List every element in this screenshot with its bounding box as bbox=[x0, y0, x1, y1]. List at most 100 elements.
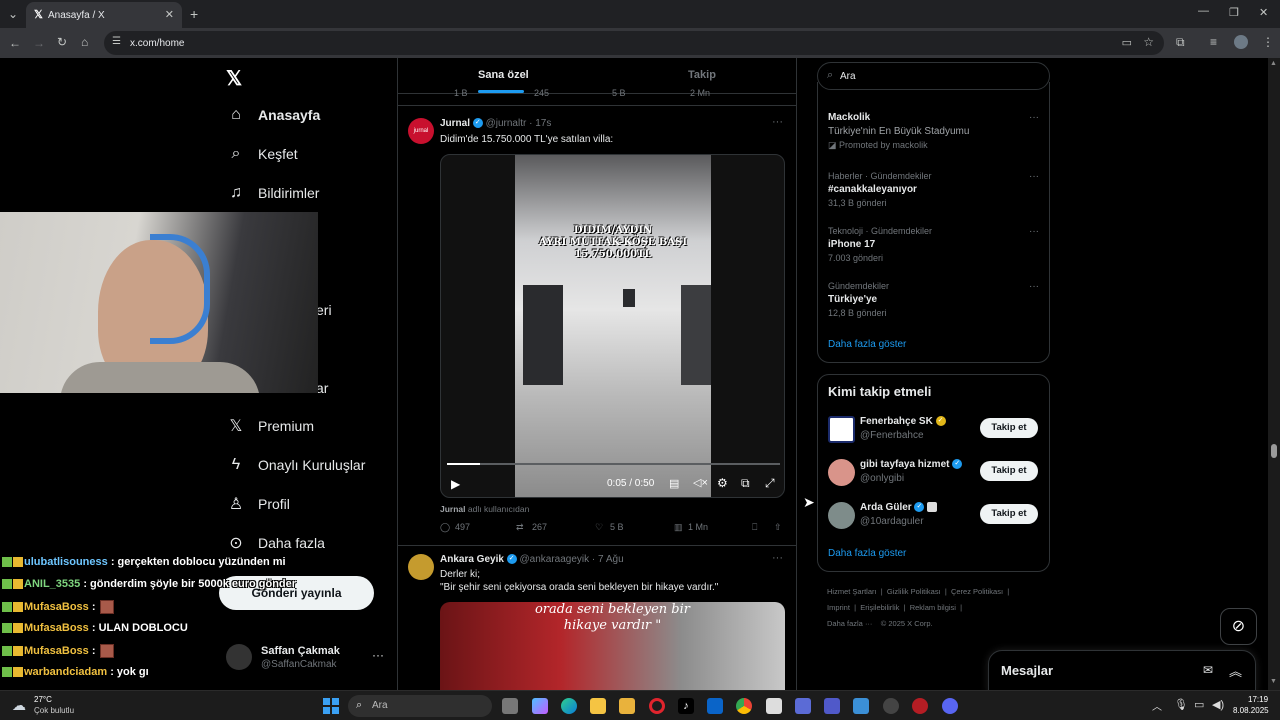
store-icon[interactable] bbox=[619, 698, 635, 714]
omnibox[interactable]: ☰ x.com/home ▭ ☆ bbox=[104, 31, 1164, 55]
trend-more-icon[interactable]: ··· bbox=[1029, 112, 1039, 123]
site-info-icon[interactable]: ☰ bbox=[112, 36, 121, 47]
trend-item[interactable]: Gündemdekiler Türkiye'ye 12,8 B gönderi … bbox=[828, 281, 1043, 318]
page-scrollbar[interactable]: ▲ ▼ bbox=[1268, 58, 1280, 690]
follow-button[interactable]: Takip et bbox=[980, 461, 1038, 481]
nav-home[interactable]: ⌂ Anasayfa bbox=[226, 97, 320, 133]
tweet-jurnal[interactable]: jurnal Jurnal ✓ @jurnaltr · 17s ··· Didi… bbox=[398, 106, 796, 546]
nav-verified-orgs[interactable]: ϟ Onaylı Kuruluşlar bbox=[226, 447, 366, 483]
trend-item[interactable]: Haberler · Gündemdekiler #canakkaleyanıy… bbox=[828, 171, 1043, 208]
messages-drawer[interactable]: Mesajlar ✉ ︽ bbox=[988, 650, 1256, 690]
account-switcher[interactable]: Saffan Çakmak @SaffanCakmak ··· bbox=[226, 640, 386, 676]
trend-item[interactable]: Teknoloji · Gündemdekiler iPhone 17 7.00… bbox=[828, 226, 1043, 263]
teams-icon[interactable] bbox=[824, 698, 840, 714]
trend-more-icon[interactable]: ··· bbox=[1029, 171, 1039, 182]
settings-icon[interactable]: ⚙ bbox=[717, 476, 728, 490]
trend-more-icon[interactable]: ··· bbox=[1029, 226, 1039, 237]
close-tab-icon[interactable]: ✕ bbox=[165, 8, 174, 21]
tweet-time[interactable]: 17s bbox=[535, 118, 551, 129]
file-explorer-icon[interactable] bbox=[590, 698, 606, 714]
close-window-icon[interactable]: ✕ bbox=[1259, 6, 1268, 19]
scroll-up-icon[interactable]: ▲ bbox=[1270, 60, 1277, 67]
chrome-icon[interactable] bbox=[736, 698, 752, 714]
weather-temp[interactable]: 27°C bbox=[34, 695, 52, 704]
nav-explore[interactable]: ⌕ Keşfet bbox=[226, 136, 298, 172]
trend-more-icon[interactable]: ··· bbox=[1029, 281, 1039, 292]
profile-avatar[interactable] bbox=[1234, 35, 1248, 49]
tab-for-you[interactable]: Sana özel bbox=[478, 69, 529, 81]
share-icon[interactable]: ⇧ bbox=[774, 522, 782, 533]
tweet-author-handle[interactable]: @jurnaltr bbox=[486, 118, 527, 129]
video-player[interactable]: DIDIM/AYDIN AYRI MUTFAK-KÖŞE BAŞI 15.750… bbox=[440, 154, 785, 498]
search-input[interactable]: Ara bbox=[840, 71, 856, 82]
weather-icon[interactable]: ☁ bbox=[12, 697, 26, 714]
minimize-icon[interactable]: — bbox=[1198, 5, 1209, 17]
repost-icon[interactable]: ⇄ bbox=[516, 522, 524, 533]
play-icon[interactable]: ▶ bbox=[451, 477, 460, 491]
avatar[interactable] bbox=[408, 554, 434, 580]
copilot-icon[interactable] bbox=[532, 698, 548, 714]
clock-time[interactable]: 17:19 bbox=[1248, 695, 1268, 704]
volume-icon[interactable]: ◀) bbox=[1212, 698, 1224, 711]
like-icon[interactable]: ♡ bbox=[595, 522, 603, 533]
forward-icon[interactable]: → bbox=[33, 36, 45, 50]
tweet-author-handle[interactable]: @ankaraageyik bbox=[520, 554, 590, 565]
trend-mackolik[interactable]: Mackolik Türkiye'nin En Büyük Stadyumu ◪… bbox=[828, 112, 1043, 151]
mic-icon[interactable]: 🎙 bbox=[1174, 698, 1188, 711]
tab-following[interactable]: Takip bbox=[688, 69, 716, 81]
tweet-time[interactable]: 7 Ağu bbox=[598, 554, 624, 565]
obs-icon[interactable] bbox=[883, 698, 899, 714]
tray-chevron-icon[interactable]: ︿ bbox=[1152, 698, 1162, 713]
home-icon[interactable]: ⌂ bbox=[81, 35, 88, 49]
fullscreen-icon[interactable]: ⤢ bbox=[765, 476, 775, 491]
follow-button[interactable]: Takip et bbox=[980, 418, 1038, 438]
follow-show-more-link[interactable]: Daha fazla göster bbox=[828, 548, 906, 559]
app-icon[interactable] bbox=[795, 698, 811, 714]
captions-icon[interactable]: ▤ bbox=[669, 477, 679, 490]
scroll-thumb[interactable] bbox=[1271, 444, 1277, 458]
tweet-video[interactable]: orada seni bekleyen bir hikaye vardır " bbox=[440, 602, 785, 690]
back-icon[interactable]: ← bbox=[9, 36, 21, 50]
cast-icon[interactable]: ▭ bbox=[1122, 36, 1132, 49]
display-icon[interactable]: ▭ bbox=[1194, 698, 1204, 711]
source-name[interactable]: Jurnal bbox=[440, 504, 466, 514]
new-tab-icon[interactable]: + bbox=[190, 6, 198, 22]
nav-bookmarks[interactable]: eri bbox=[316, 292, 332, 328]
nav-profile[interactable]: ♙ Profil bbox=[226, 486, 290, 522]
reload-icon[interactable]: ↻ bbox=[57, 35, 67, 49]
tiktok-icon[interactable]: ♪ bbox=[678, 698, 694, 714]
x-logo-icon[interactable]: 𝕏 bbox=[226, 66, 242, 91]
mute-icon[interactable]: ◁× bbox=[693, 476, 708, 489]
tweet-more-icon[interactable]: ··· bbox=[772, 116, 783, 128]
trends-show-more-link[interactable]: Daha fazla göster bbox=[828, 339, 906, 350]
avatar[interactable]: jurnal bbox=[408, 118, 434, 144]
nav-notifications[interactable]: ♫ Bildirimler bbox=[226, 175, 319, 211]
edge-icon[interactable] bbox=[561, 698, 577, 714]
tweet-author-name[interactable]: Jurnal bbox=[440, 118, 470, 129]
video-progress-track[interactable] bbox=[447, 463, 780, 465]
opera-icon[interactable] bbox=[649, 698, 665, 714]
pip-icon[interactable]: ⧉ bbox=[741, 476, 750, 491]
bookmark-icon[interactable]: ⎕ bbox=[752, 522, 757, 533]
views-icon[interactable]: ▥ bbox=[674, 522, 683, 533]
tweet-more-icon[interactable]: ··· bbox=[772, 552, 783, 564]
app-icon[interactable] bbox=[912, 698, 928, 714]
tweet-ankara-geyik[interactable]: Ankara Geyik ✓ @ankaraageyik · 7 Ağu ···… bbox=[398, 546, 796, 690]
start-button-icon[interactable] bbox=[323, 698, 339, 714]
menu-dots-icon[interactable]: ⋮ bbox=[1262, 35, 1274, 49]
bookmark-star-icon[interactable]: ☆ bbox=[1143, 35, 1154, 49]
reply-icon[interactable]: ◯ bbox=[440, 522, 450, 533]
browser-tab[interactable]: 𝕏 Anasayfa / X ✕ bbox=[26, 2, 182, 28]
grok-button[interactable]: ⊘ bbox=[1220, 608, 1257, 645]
expand-chevron-icon[interactable]: ︽ bbox=[1229, 661, 1242, 680]
app-icon[interactable] bbox=[766, 698, 782, 714]
nav-premium[interactable]: 𝕏 Premium bbox=[226, 408, 314, 444]
new-message-icon[interactable]: ✉ bbox=[1203, 663, 1213, 677]
scroll-down-icon[interactable]: ▼ bbox=[1270, 678, 1277, 685]
app-icon[interactable] bbox=[853, 698, 869, 714]
discord-icon[interactable] bbox=[942, 698, 958, 714]
taskbar-search[interactable]: ⌕ Ara bbox=[348, 695, 492, 717]
tweet-author-name[interactable]: Ankara Geyik bbox=[440, 554, 504, 565]
tab-search-icon[interactable]: ⌄ bbox=[8, 7, 18, 21]
follow-button[interactable]: Takip et bbox=[980, 504, 1038, 524]
